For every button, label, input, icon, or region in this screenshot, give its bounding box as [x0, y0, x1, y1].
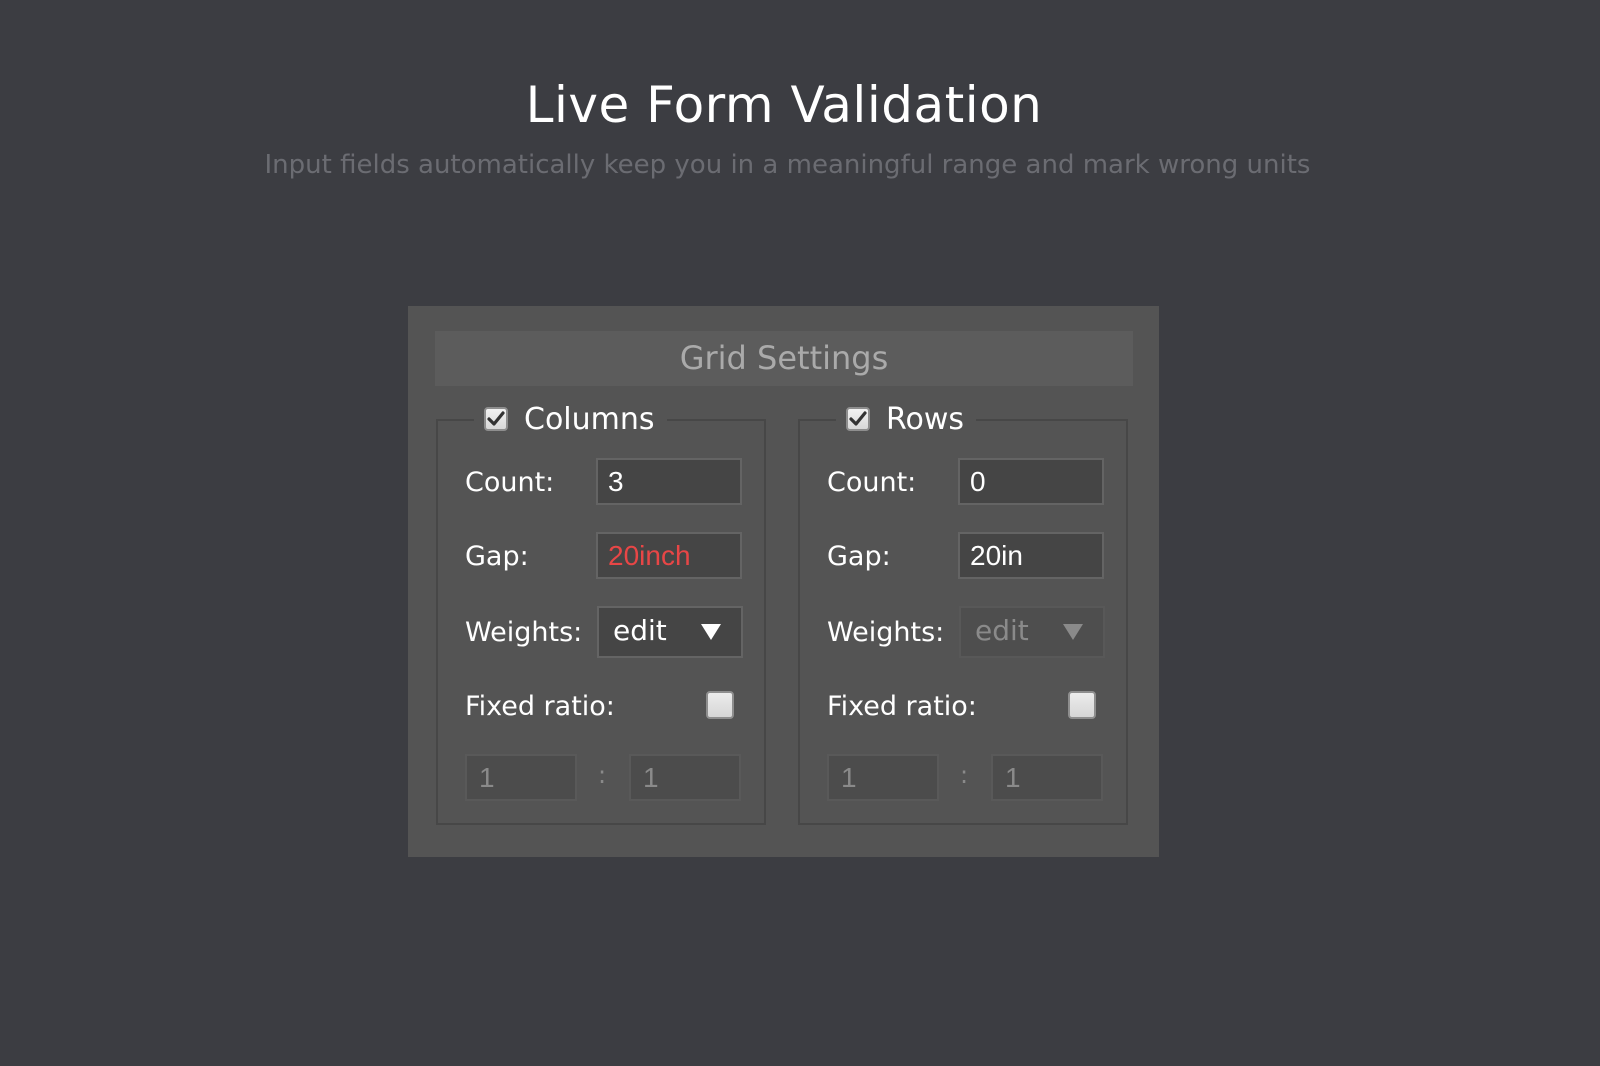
- columns-weights-value: edit: [613, 614, 667, 647]
- columns-fixed-ratio-label: Fixed ratio:: [465, 691, 615, 722]
- rows-gap-label: Gap:: [827, 541, 891, 572]
- columns-legend-label: Columns: [524, 401, 655, 437]
- grid-settings-panel: Grid Settings Columns Count: 3 Gap: 20in…: [408, 306, 1159, 857]
- rows-count-label: Count:: [827, 467, 917, 498]
- dropdown-arrow-icon: [701, 624, 721, 640]
- rows-ratio-right-input[interactable]: 1: [991, 754, 1103, 801]
- rows-ratio-separator: :: [960, 761, 969, 789]
- columns-weights-select[interactable]: edit: [597, 606, 743, 658]
- dropdown-arrow-icon: [1063, 624, 1083, 640]
- columns-ratio-separator: :: [598, 761, 607, 789]
- columns-gap-input[interactable]: 20inch: [596, 532, 742, 579]
- page-title: Live Form Validation: [525, 76, 1043, 134]
- columns-weights-label: Weights:: [465, 617, 583, 648]
- rows-weights-label: Weights:: [827, 617, 945, 648]
- columns-ratio-right-input[interactable]: 1: [629, 754, 741, 801]
- checkmark-icon: [487, 411, 505, 426]
- rows-weights-value: edit: [975, 614, 1029, 647]
- rows-legend: Rows: [836, 399, 977, 439]
- columns-fixed-ratio-checkbox[interactable]: [706, 691, 734, 719]
- rows-gap-input[interactable]: 20in: [958, 532, 1104, 579]
- columns-gap-label: Gap:: [465, 541, 529, 572]
- panel-title: Grid Settings: [435, 331, 1133, 386]
- rows-enabled-checkbox[interactable]: [846, 407, 870, 431]
- rows-fieldset: Rows Count: 0 Gap: 20in Weights: edit Fi…: [798, 399, 1128, 825]
- rows-count-input[interactable]: 0: [958, 458, 1104, 505]
- checkmark-icon: [849, 411, 867, 426]
- rows-legend-label: Rows: [886, 401, 965, 437]
- columns-count-label: Count:: [465, 467, 555, 498]
- columns-legend: Columns: [474, 399, 667, 439]
- rows-fixed-ratio-checkbox[interactable]: [1068, 691, 1096, 719]
- columns-enabled-checkbox[interactable]: [484, 407, 508, 431]
- page-subtitle: Input fields automatically keep you in a…: [264, 150, 1311, 180]
- columns-fieldset: Columns Count: 3 Gap: 20inch Weights: ed…: [436, 399, 766, 825]
- columns-count-input[interactable]: 3: [596, 458, 742, 505]
- rows-weights-select[interactable]: edit: [959, 606, 1105, 658]
- rows-fixed-ratio-label: Fixed ratio:: [827, 691, 977, 722]
- columns-ratio-left-input[interactable]: 1: [465, 754, 577, 801]
- rows-ratio-left-input[interactable]: 1: [827, 754, 939, 801]
